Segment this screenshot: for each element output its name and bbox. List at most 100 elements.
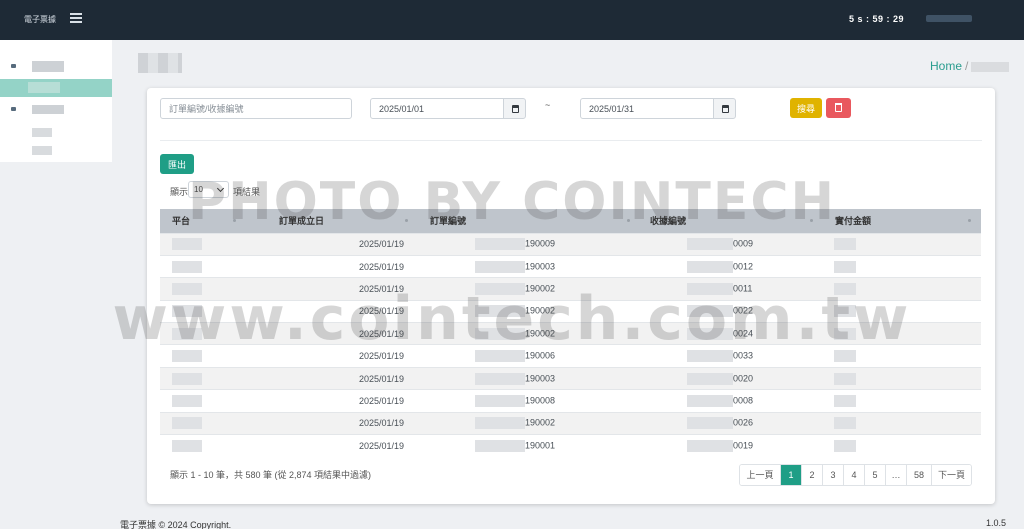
pagination-prev[interactable]: 上一頁 (740, 465, 780, 485)
cell-platform (160, 435, 246, 457)
cell-order-date: 2025/01/19 (359, 261, 405, 272)
cell-order-date: 2025/01/19 (359, 283, 405, 294)
column-header-platform[interactable]: 平台 (160, 209, 246, 233)
cell-order-number: 190006 (418, 345, 640, 367)
cell-paid-amount (823, 367, 981, 389)
sidebar-subitem[interactable] (32, 146, 52, 155)
cell-order-date: 2025/01/19 (359, 373, 405, 384)
cell-order-date: 2025/01/19 (359, 395, 405, 406)
calendar-icon[interactable] (713, 98, 736, 119)
cell-order-number: 190003 (418, 255, 640, 277)
app-brand[interactable]: 電子票據 (24, 14, 56, 25)
table-row: 2025/01/19 190002 0024 (160, 322, 981, 345)
table-header-row: 平台 訂單成立日 訂單編號 收據編號 實付金額 (160, 209, 981, 233)
pagination-next[interactable]: 下一頁 (931, 465, 971, 485)
sidebar-item-active[interactable] (0, 79, 112, 97)
sidebar-subitem[interactable] (32, 128, 52, 137)
sidebar-item-2[interactable] (0, 101, 112, 119)
menu-toggle-icon[interactable] (70, 13, 82, 23)
export-button[interactable]: 匯出 (160, 154, 194, 174)
cell-order-number: 190001 (418, 435, 640, 457)
cell-platform (160, 345, 246, 367)
delete-button[interactable] (826, 98, 851, 118)
folder-icon (11, 107, 16, 111)
cell-platform (160, 323, 246, 345)
cell-order-date: 2025/01/19 (359, 239, 405, 250)
folder-icon (11, 64, 16, 68)
cell-order-number: 190009 (418, 233, 640, 255)
date-to-input[interactable] (580, 98, 714, 119)
table-row: 2025/01/19 190009 0009 (160, 233, 981, 256)
cell-receipt-number: 0024 (640, 323, 823, 345)
pagination-page-3[interactable]: 3 (822, 465, 843, 485)
breadcrumb-home-link[interactable]: Home (930, 59, 962, 73)
cell-paid-amount (823, 323, 981, 345)
divider (160, 140, 982, 141)
table-info: 顯示 1 - 10 筆，共 580 筆 (從 2,874 項結果中過濾) (170, 470, 372, 480)
cell-order-date: 2025/01/19 (359, 418, 405, 429)
user-menu[interactable] (926, 15, 972, 22)
cell-platform (160, 233, 246, 255)
footer-copyright: 電子票據 © 2024 Copyright. (120, 520, 232, 529)
date-range-separator: ~ (545, 100, 551, 110)
pagination-page-2[interactable]: 2 (801, 465, 822, 485)
breadcrumb-current (971, 61, 1010, 72)
main-card: ~ 搜尋 匯出 顯示 10 項結果 平台 訂單成立日 訂單編號 收據編號 實付金… (147, 88, 995, 504)
cell-order-number: 190002 (418, 323, 640, 345)
breadcrumb: Home / (930, 59, 1010, 73)
cell-paid-amount (823, 345, 981, 367)
table-row: 2025/01/19 190003 0020 (160, 367, 981, 390)
page-size-select[interactable]: 10 (188, 181, 229, 198)
sidebar-item-1[interactable] (0, 58, 112, 76)
cell-paid-amount (823, 278, 981, 300)
cell-platform (160, 367, 246, 389)
table-row: 2025/01/19 190008 0008 (160, 389, 981, 412)
table-row: 2025/01/19 190003 0012 (160, 255, 981, 277)
sort-icon (968, 219, 971, 222)
chevron-down-icon (216, 184, 225, 193)
pagination-page-4[interactable]: 4 (843, 465, 864, 485)
cell-receipt-number: 0009 (640, 233, 823, 255)
calendar-icon[interactable] (503, 98, 526, 119)
table-row: 2025/01/19 190006 0033 (160, 344, 981, 367)
cell-receipt-number: 0019 (640, 435, 823, 457)
date-from-input[interactable] (370, 98, 504, 119)
cell-order-number: 190002 (418, 412, 640, 434)
top-navbar: 電子票據 5 s : 59 : 29 (0, 0, 1024, 40)
orders-table: 平台 訂單成立日 訂單編號 收據編號 實付金額 2025/01/19 190009… (160, 209, 981, 457)
cell-paid-amount (823, 435, 981, 457)
search-button[interactable]: 搜尋 (790, 98, 822, 118)
cell-platform (160, 412, 246, 434)
cell-platform (160, 278, 246, 300)
session-timer: 5 s : 59 : 29 (849, 14, 905, 24)
app-version: 1.0.5 (986, 518, 1007, 528)
cell-paid-amount (823, 233, 981, 255)
cell-receipt-number: 0012 (640, 255, 823, 277)
cell-paid-amount (823, 390, 981, 412)
cell-receipt-number: 0026 (640, 412, 823, 434)
page-title (138, 53, 182, 73)
pagination-page-58[interactable]: 58 (906, 465, 931, 485)
cell-receipt-number: 0011 (640, 278, 823, 300)
column-header-order-number[interactable]: 訂單編號 (418, 209, 640, 233)
cell-receipt-number: 0033 (640, 345, 823, 367)
pagination-page-1[interactable]: 1 (780, 465, 801, 485)
cell-receipt-number: 0022 (640, 300, 823, 322)
cell-receipt-number: 0020 (640, 367, 823, 389)
column-header-order-date[interactable]: 訂單成立日 (246, 209, 418, 233)
cell-paid-amount (823, 412, 981, 434)
table-row: 2025/01/19 190001 0019 (160, 434, 981, 457)
column-header-receipt-number[interactable]: 收據編號 (640, 209, 823, 233)
cell-paid-amount (823, 255, 981, 277)
pagination-page-5[interactable]: 5 (864, 465, 885, 485)
cell-order-date: 2025/01/19 (359, 328, 405, 339)
column-header-paid-amount[interactable]: 實付金額 (823, 209, 981, 233)
cell-receipt-number: 0008 (640, 390, 823, 412)
cell-order-number: 190008 (418, 390, 640, 412)
sort-icon (627, 219, 630, 222)
cell-order-number: 190002 (418, 278, 640, 300)
cell-platform (160, 300, 246, 322)
table-row: 2025/01/19 190002 0022 (160, 300, 981, 322)
sort-icon (810, 219, 813, 222)
order-number-input[interactable] (160, 98, 352, 119)
